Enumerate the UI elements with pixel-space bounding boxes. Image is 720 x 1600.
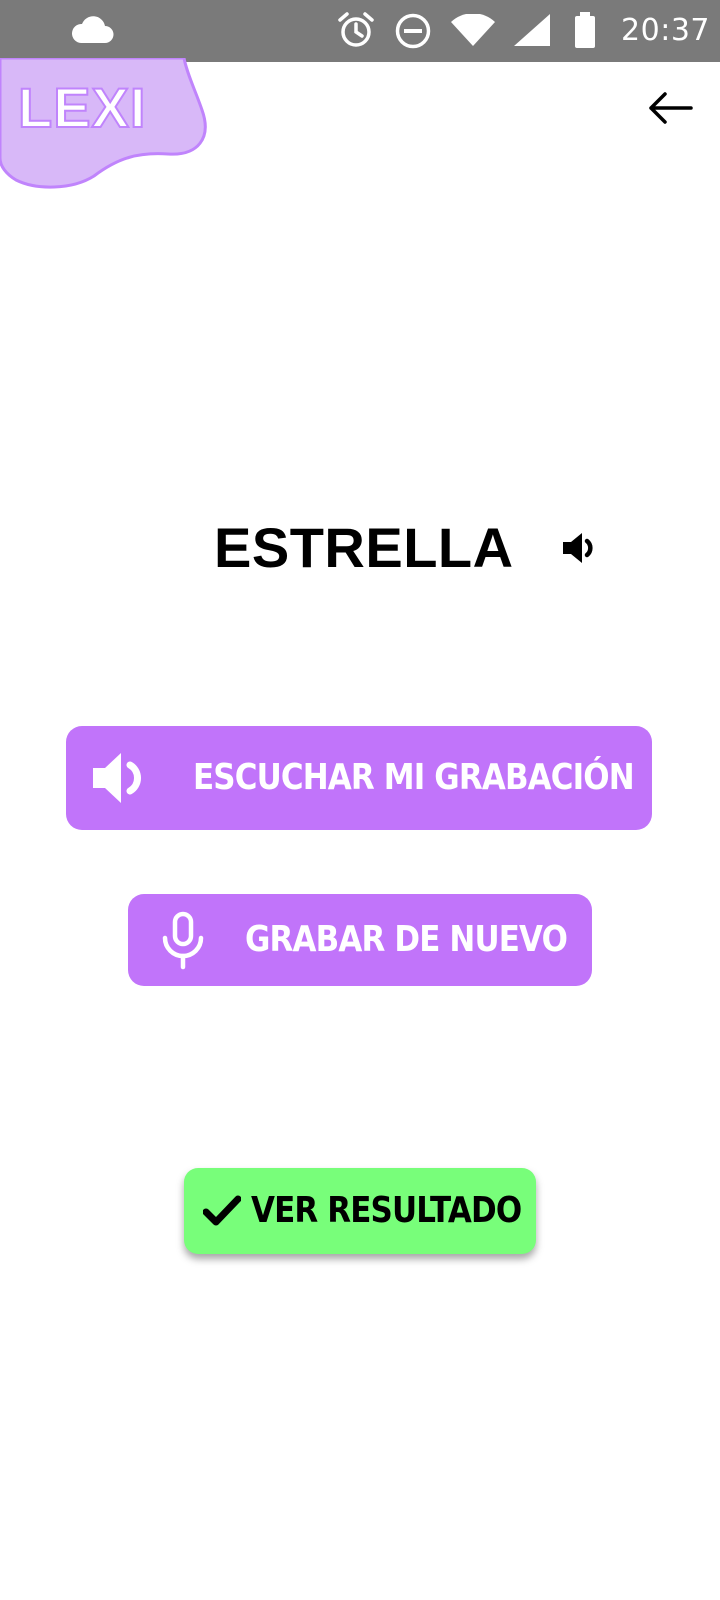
play-word-audio-button[interactable] [556,524,604,572]
app-logo: LEXI [17,75,147,140]
do-not-disturb-icon [395,13,431,49]
check-icon [202,1193,242,1229]
battery-icon [575,12,595,48]
speaker-icon [563,533,593,563]
signal-icon [514,14,550,46]
speaker-icon [90,748,150,808]
cloud-icon [71,16,114,43]
listen-recording-label: ESCUCHAR MI GRABACIÓN [193,757,635,798]
target-word: ESTRELLA [214,516,514,579]
status-time: 20:37 [621,13,710,48]
alarm-icon [338,12,374,47]
see-result-button[interactable]: VER RESULTADO [184,1168,536,1254]
status-bar: 20:37 [0,0,720,62]
wifi-icon [451,14,495,46]
arrow-left-icon [649,92,693,124]
record-again-button[interactable]: GRABAR DE NUEVO [128,894,592,986]
see-result-label: VER RESULTADO [251,1190,522,1231]
microphone-icon [158,910,208,970]
listen-recording-button[interactable]: ESCUCHAR MI GRABACIÓN [66,726,652,830]
back-button[interactable] [644,82,696,134]
record-again-label: GRABAR DE NUEVO [245,919,568,960]
